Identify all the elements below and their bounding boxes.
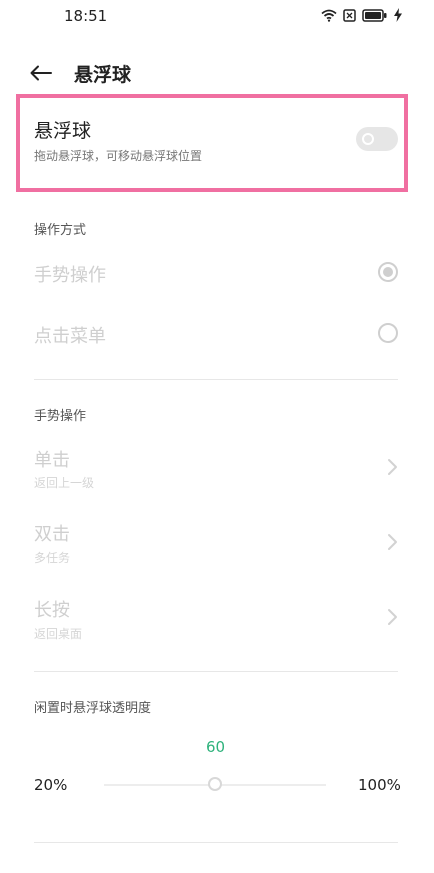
section-title-gesture: 手势操作 bbox=[34, 409, 87, 424]
slider-value: 60 bbox=[206, 738, 226, 756]
slider-max-label: 100% bbox=[358, 776, 401, 794]
radio-dot bbox=[383, 267, 393, 277]
divider bbox=[34, 842, 398, 843]
section-title-opacity: 闲置时悬浮球透明度 bbox=[34, 701, 152, 716]
arrow-left-icon bbox=[30, 65, 52, 81]
gesture-item-long-press-title[interactable]: 长按 bbox=[34, 596, 70, 622]
radio-click-menu[interactable] bbox=[378, 323, 398, 343]
wifi-icon bbox=[321, 9, 337, 22]
back-button[interactable] bbox=[26, 58, 56, 88]
floating-ball-toggle[interactable] bbox=[356, 127, 398, 151]
toggle-knob bbox=[362, 133, 374, 145]
chevron-right-icon bbox=[388, 534, 397, 550]
header: 悬浮球 bbox=[0, 52, 434, 92]
charging-icon bbox=[394, 8, 402, 22]
section-title-operation-mode: 操作方式 bbox=[34, 223, 87, 238]
gesture-item-long-press-subtitle: 返回桌面 bbox=[34, 627, 83, 641]
divider bbox=[34, 379, 398, 380]
chevron-right-icon bbox=[388, 459, 397, 475]
page-title: 悬浮球 bbox=[74, 64, 132, 86]
gesture-item-double-tap-subtitle: 多任务 bbox=[34, 551, 71, 565]
floating-ball-title: 悬浮球 bbox=[34, 120, 92, 142]
sim-icon bbox=[343, 8, 356, 22]
status-bar: 18:51 bbox=[0, 0, 434, 36]
option-gesture-label[interactable]: 手势操作 bbox=[34, 261, 106, 287]
status-icons bbox=[321, 8, 402, 22]
radio-gesture[interactable] bbox=[378, 262, 398, 282]
chevron-right-icon bbox=[388, 609, 397, 625]
floating-ball-highlight bbox=[16, 94, 408, 192]
slider-min-label: 20% bbox=[34, 776, 68, 794]
opacity-slider-thumb[interactable] bbox=[208, 777, 222, 791]
gesture-item-single-tap-title[interactable]: 单击 bbox=[34, 446, 70, 472]
floating-ball-subtitle: 拖动悬浮球，可移动悬浮球位置 bbox=[34, 149, 203, 163]
divider bbox=[34, 671, 398, 672]
option-click-menu-label[interactable]: 点击菜单 bbox=[34, 322, 106, 348]
gesture-item-single-tap-subtitle: 返回上一级 bbox=[34, 476, 95, 490]
gesture-item-double-tap-title[interactable]: 双击 bbox=[34, 520, 70, 546]
status-time: 18:51 bbox=[64, 7, 108, 25]
battery-icon bbox=[362, 8, 387, 22]
